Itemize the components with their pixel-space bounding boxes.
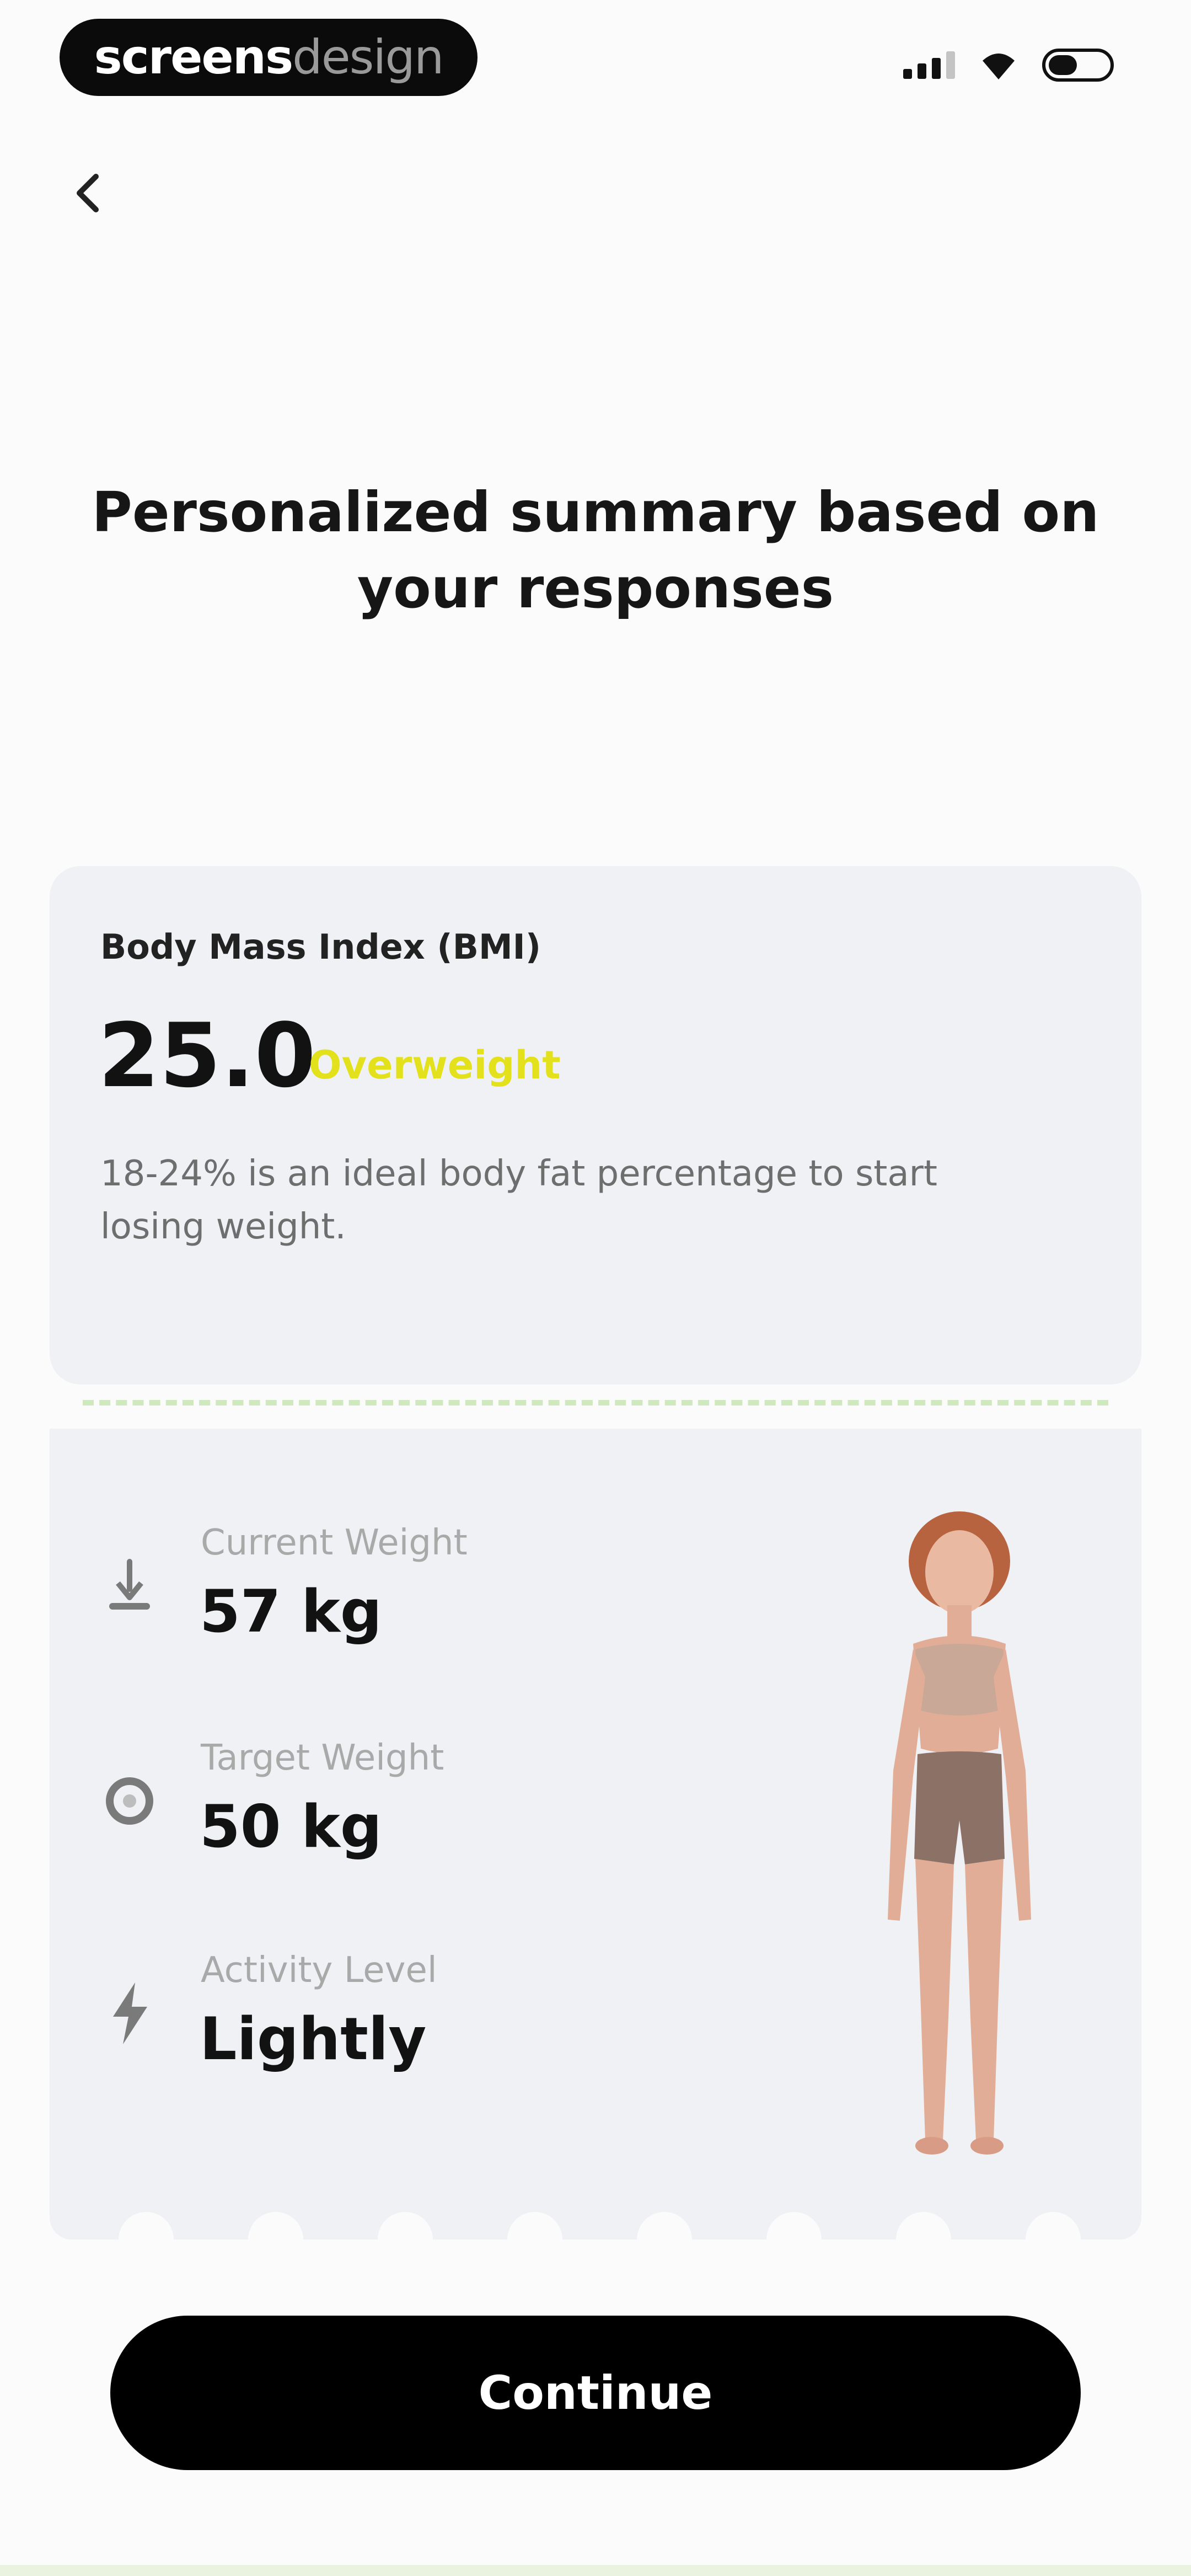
bmi-value: 25.0 bbox=[98, 1004, 316, 1107]
card-scallop bbox=[766, 2212, 822, 2267]
scale-icon bbox=[99, 1556, 160, 1616]
bottom-edge bbox=[0, 2565, 1191, 2576]
metric-label: Target Weight bbox=[201, 1738, 444, 1778]
metric-current-weight: Current Weight 57 kg bbox=[99, 1522, 761, 1655]
card-scallop bbox=[637, 2212, 692, 2267]
brand-logo-part1: screens bbox=[94, 30, 294, 85]
card-scallop bbox=[248, 2212, 303, 2267]
metric-target-weight: Target Weight 50 kg bbox=[99, 1738, 761, 1870]
bmi-status-badge: Overweight bbox=[309, 1043, 561, 1088]
metric-value: Lightly bbox=[200, 2005, 427, 2073]
card-notch-left bbox=[22, 1379, 77, 1434]
card-scallop bbox=[119, 2212, 174, 2267]
cellular-signal-icon bbox=[903, 51, 955, 79]
metric-label: Activity Level bbox=[201, 1950, 437, 1991]
bmi-label: Body Mass Index (BMI) bbox=[100, 927, 541, 967]
lightning-icon bbox=[99, 1982, 160, 2044]
dashed-divider bbox=[83, 1400, 1108, 1405]
summary-screen: screens design Personalized summary based… bbox=[0, 0, 1191, 2576]
card-scallop bbox=[1026, 2212, 1081, 2267]
metric-value: 57 kg bbox=[200, 1578, 382, 1645]
brand-logo-part2: design bbox=[292, 30, 444, 85]
continue-button[interactable]: Continue bbox=[110, 2316, 1081, 2470]
wifi-icon bbox=[983, 54, 1015, 79]
body-figure-illustration bbox=[888, 1511, 1031, 2155]
card-notch-right bbox=[1114, 1379, 1169, 1434]
metric-activity-level: Activity Level Lightly bbox=[99, 1950, 761, 2082]
metric-value: 50 kg bbox=[200, 1793, 382, 1861]
card-scallop bbox=[896, 2212, 951, 2267]
brand-logo: screens design bbox=[60, 19, 478, 96]
status-bar: screens design bbox=[0, 0, 1191, 110]
battery-icon bbox=[1042, 49, 1114, 82]
chevron-left-icon bbox=[77, 174, 99, 212]
metric-label: Current Weight bbox=[201, 1522, 468, 1563]
status-icons bbox=[903, 49, 1114, 82]
page-title: Personalized summary based on your respo… bbox=[92, 480, 1099, 621]
back-button[interactable] bbox=[61, 165, 116, 221]
card-scallop bbox=[507, 2212, 562, 2267]
card-scallop bbox=[378, 2212, 433, 2267]
target-icon bbox=[99, 1771, 160, 1831]
bmi-description: 18-24% is an ideal body fat percentage t… bbox=[100, 1153, 937, 1247]
